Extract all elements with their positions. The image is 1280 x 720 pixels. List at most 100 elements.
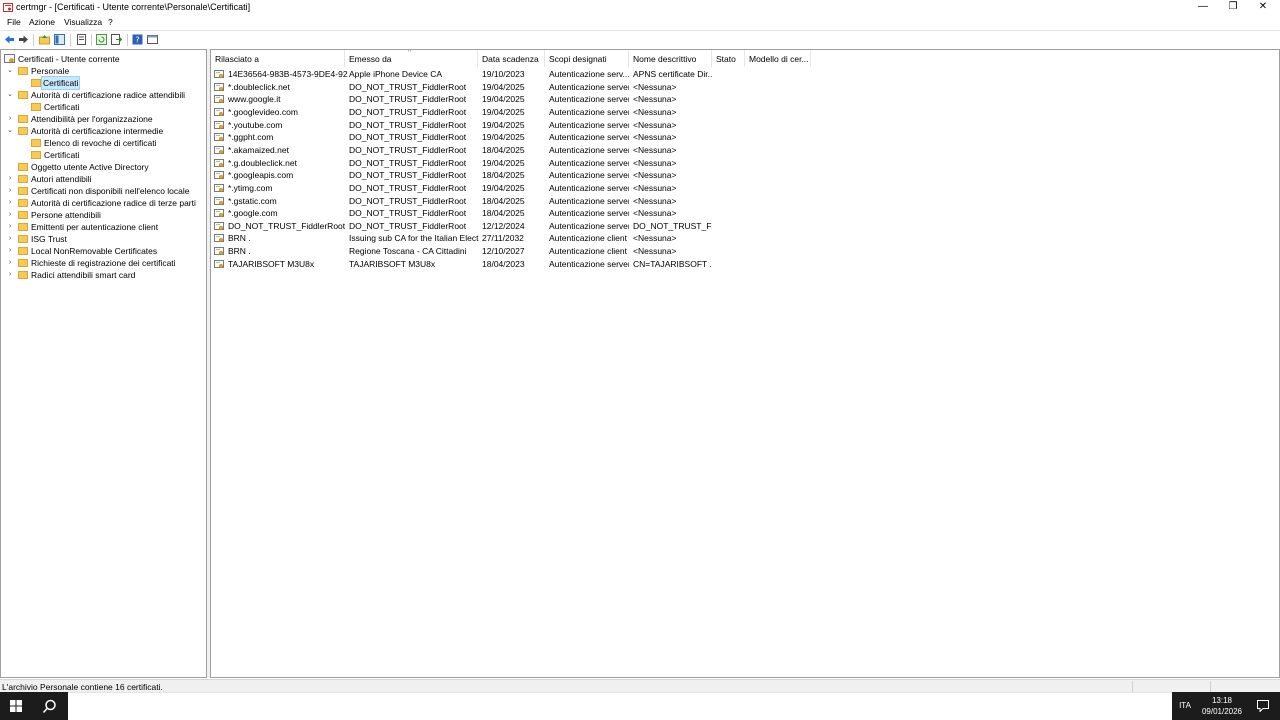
cell-scopi: Autenticazione serv... [549,69,629,79]
start-button[interactable] [0,692,32,720]
table-row[interactable]: *.googleapis.com DO_NOT_TRUST_FiddlerRoot… [211,169,1279,182]
menu-file[interactable]: File [7,17,21,27]
tree-pane[interactable]: Certificati - Utente corrente ⌄ Personal… [0,49,207,678]
minimize-button[interactable]: — [1188,0,1218,15]
tree-item-label: Certificati non disponibili nell'elenco … [31,186,190,196]
column-header-nome-descrittivo[interactable]: Nome descrittivo [629,50,712,67]
cell-nome-descrittivo: <Nessuna> [633,81,677,92]
cell-modello [749,119,811,132]
column-header-scopi-designati[interactable]: Scopi designati [545,50,629,67]
cell-rilasciato-a: www.google.it [228,94,281,105]
column-header-data-scadenza[interactable]: Data scadenza [478,50,545,67]
help-icon[interactable]: ? [132,34,143,45]
tree-item-label: Oggetto utente Active Directory [31,162,149,172]
table-row[interactable]: *.ggpht.com DO_NOT_TRUST_FiddlerRoot 19/04… [211,131,1279,144]
chevron-right-icon[interactable]: › [6,173,14,185]
column-header-emesso-da[interactable]: Emesso da [345,50,478,67]
export-list-icon[interactable] [111,34,122,45]
properties-icon[interactable] [76,34,87,45]
notification-button[interactable] [1246,692,1280,720]
chevron-right-icon[interactable]: › [6,197,14,209]
maximize-button[interactable]: ❐ [1218,0,1248,15]
table-row[interactable]: DO_NOT_TRUST_FiddlerRoot DO_NOT_TRUST_Fid… [211,220,1279,233]
column-header-stato[interactable]: Stato [712,50,745,67]
cell-emesso-da: Issuing sub CA for the Italian Elect... [349,233,479,244]
chevron-right-icon[interactable]: › [6,209,14,221]
show-hide-tree-icon[interactable] [54,34,65,45]
chevron-right-icon[interactable]: › [6,185,14,197]
certificate-list[interactable]: Rilasciato a Emesso da ^ Data scadenza S… [210,49,1280,678]
chevron-right-icon[interactable]: › [6,257,14,269]
cell-data-scadenza: 18/04/2025 [482,208,525,219]
cell-scopi: Autenticazione server [549,182,629,193]
folder-icon [18,247,28,255]
chevron-right-icon[interactable]: › [6,245,14,257]
cell-stato [716,245,746,258]
status-bar: L'archivio Personale contiene 16 certifi… [0,679,1280,693]
refresh-icon[interactable] [96,34,107,45]
certificate-icon [214,95,224,104]
certificate-icon [214,107,224,117]
taskbar-apps-area [68,692,1172,720]
certificate-icon [214,145,224,155]
menu-bar: File Azione Visualizza ? [0,15,1280,29]
table-row[interactable]: BRN . Regione Toscana - CA Cittadini 12/10… [211,245,1279,258]
console-icon[interactable] [147,34,158,45]
table-row[interactable]: *.youtube.com DO_NOT_TRUST_FiddlerRoot 19/… [211,119,1279,132]
table-row[interactable]: TAJARIBSOFT M3U8x TAJARIBSOFT M3U8x 18/04/… [211,258,1279,271]
column-header-rilasciato-a[interactable]: Rilasciato a [211,50,345,67]
cell-rilasciato-a: BRN . [228,233,251,244]
cell-modello [749,93,811,106]
table-row[interactable]: *.g.doubleclick.net DO_NOT_TRUST_FiddlerR… [211,157,1279,170]
tree-item-label: Radici attendibili smart card [31,270,136,280]
table-row[interactable]: *.gstatic.com DO_NOT_TRUST_FiddlerRoot 18/… [211,195,1279,208]
system-clock[interactable]: 13:18 09/01/2026 [1198,692,1246,720]
cell-modello [749,232,811,245]
table-row[interactable]: *.google.com DO_NOT_TRUST_FiddlerRoot 18/0… [211,207,1279,220]
column-header-modello[interactable]: Modello di cer... [745,50,811,67]
up-folder-icon[interactable] [39,34,50,45]
cell-nome-descrittivo: <Nessuna> [633,208,677,219]
menu-visualizza[interactable]: Visualizza [64,17,102,27]
table-row[interactable]: *.akamaized.net DO_NOT_TRUST_FiddlerRoot 1… [211,144,1279,157]
language-indicator[interactable]: ITA [1172,692,1198,720]
cell-nome-descrittivo: <Nessuna> [633,170,677,181]
menu-help[interactable]: ? [108,17,113,27]
cell-modello [749,258,811,271]
search-icon [42,699,56,713]
menu-azione[interactable]: Azione [29,17,55,27]
certificate-icon [214,234,224,243]
cell-nome-descrittivo: <Nessuna> [633,246,677,257]
forward-icon[interactable] [18,34,29,45]
chevron-down-icon[interactable]: ⌄ [6,89,14,101]
chevron-right-icon[interactable]: › [6,233,14,245]
chevron-right-icon[interactable]: › [6,113,14,125]
table-row[interactable]: *.ytimg.com DO_NOT_TRUST_FiddlerRoot 19/04… [211,182,1279,195]
cell-nome-descrittivo: <Nessuna> [633,94,677,105]
table-row[interactable]: 14E36564-983B-4573-9DE4-9251...Apple iPh… [211,68,1279,81]
close-button[interactable]: ✕ [1248,0,1278,15]
status-separator [1210,681,1211,692]
cell-emesso-da: TAJARIBSOFT M3U8x [349,258,436,269]
table-row[interactable]: *.doubleclick.net DO_NOT_TRUST_FiddlerRoo… [211,81,1279,94]
cell-emesso-da: DO_NOT_TRUST_FiddlerRoot [349,170,467,181]
chevron-down-icon[interactable]: ⌄ [6,65,14,77]
cell-scopi: Autenticazione server [549,157,629,168]
cell-scopi: Autenticazione server [549,258,629,269]
cell-stato [716,131,746,144]
table-row[interactable]: www.google.it DO_NOT_TRUST_FiddlerRoot 19/… [211,93,1279,106]
cell-nome-descrittivo: <Nessuna> [633,144,677,155]
cell-stato [716,195,746,208]
chevron-right-icon[interactable]: › [6,221,14,233]
cell-stato [716,232,746,245]
search-button[interactable] [32,692,68,720]
cell-rilasciato-a: *.akamaized.net [228,144,289,155]
table-row[interactable]: BRN . Issuing sub CA for the Italian Elec… [211,232,1279,245]
table-row[interactable]: *.googlevideo.com DO_NOT_TRUST_FiddlerRoo… [211,106,1279,119]
folder-icon [18,235,28,243]
back-icon[interactable] [4,34,15,45]
tree-item-label: Attendibilità per l'organizzazione [31,114,153,124]
chevron-down-icon[interactable]: ⌄ [6,125,14,137]
cell-stato [716,119,746,132]
notification-icon [1257,700,1269,712]
